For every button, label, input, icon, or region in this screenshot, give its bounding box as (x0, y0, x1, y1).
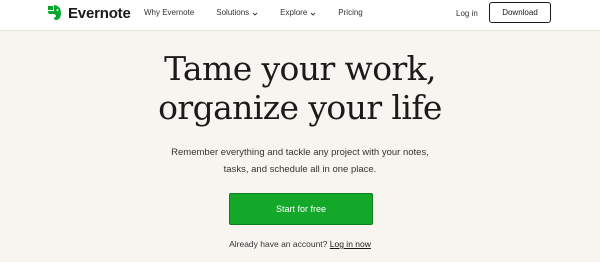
start-for-free-button[interactable]: Start for free (229, 193, 373, 225)
brand-name: Evernote (68, 4, 131, 22)
existing-account-prompt: Already have an account? Log in now (0, 239, 600, 249)
hero-subtext: Remember everything and tackle any proje… (0, 144, 600, 178)
evernote-logo[interactable]: Evernote (44, 3, 131, 23)
download-button[interactable]: Download (489, 2, 551, 23)
nav-why-evernote[interactable]: Why Evernote (144, 8, 194, 17)
headline-line-2: organize your life (158, 88, 442, 127)
subtext-line-2: tasks, and schedule all in one place. (223, 164, 377, 175)
hero-section: Tame your work, organize your life Remem… (0, 31, 600, 262)
login-link[interactable]: Log in (456, 9, 478, 18)
nav-links: Why Evernote Solutions Explore Pricing (144, 8, 385, 17)
chevron-down-icon (310, 10, 316, 16)
nav-link-label: Why Evernote (144, 8, 195, 17)
nav-link-label: Solutions (216, 8, 250, 17)
nav-explore[interactable]: Explore (280, 8, 316, 17)
login-now-link[interactable]: Log in now (330, 239, 371, 249)
headline-line-1: Tame your work, (164, 49, 436, 88)
nav-solutions[interactable]: Solutions (216, 8, 258, 17)
already-text: Already have an account? (229, 239, 328, 249)
nav-link-label: Pricing (338, 8, 363, 17)
elephant-logo-icon (44, 3, 64, 23)
subtext-line-1: Remember everything and tackle any proje… (171, 147, 429, 158)
hero-headline: Tame your work, organize your life (0, 49, 600, 127)
chevron-down-icon (252, 10, 258, 16)
nav-pricing[interactable]: Pricing (338, 8, 362, 17)
nav-link-label: Explore (280, 8, 308, 17)
top-nav: Evernote Why Evernote Solutions Explore … (0, 0, 600, 31)
